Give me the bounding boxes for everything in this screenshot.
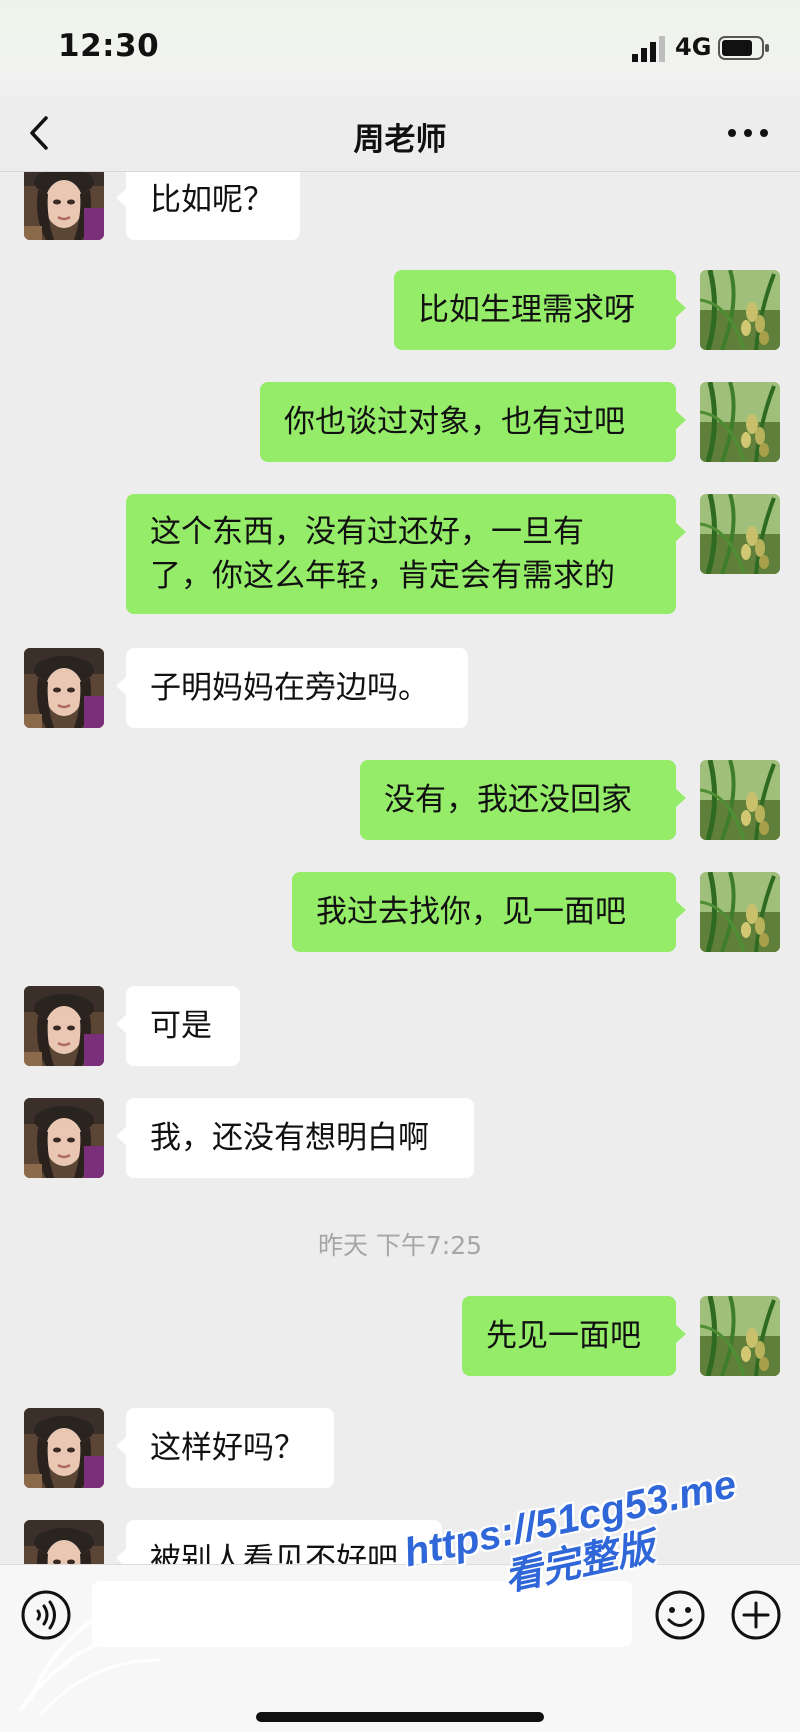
contact-avatar[interactable] bbox=[24, 986, 104, 1066]
emoji-icon[interactable] bbox=[654, 1589, 706, 1641]
home-indicator bbox=[256, 1712, 544, 1722]
contact-avatar[interactable] bbox=[24, 1520, 104, 1564]
contact-avatar[interactable] bbox=[24, 1408, 104, 1488]
message-outgoing: 我过去找你，见一面吧 bbox=[0, 872, 800, 952]
contact-avatar[interactable] bbox=[24, 648, 104, 728]
message-list[interactable]: 比如呢？ 比如生理需求呀 你也谈过对象，也有过吧 这个东西，没有过还好，一旦有 … bbox=[0, 172, 800, 1564]
message-bubble[interactable]: 我过去找你，见一面吧 bbox=[292, 872, 686, 952]
message-bubble[interactable]: 比如呢？ bbox=[116, 172, 300, 240]
battery-icon bbox=[718, 36, 769, 60]
message-line: 了，你这么年轻，肯定会有需求的 bbox=[150, 558, 615, 594]
my-avatar[interactable] bbox=[700, 1296, 780, 1376]
message-bubble[interactable]: 被别人看见不好吧 bbox=[116, 1520, 442, 1564]
message-outgoing: 你也谈过对象，也有过吧 bbox=[0, 382, 800, 462]
message-bubble[interactable]: 比如生理需求呀 bbox=[394, 270, 686, 350]
chat-title: 周老师 bbox=[353, 122, 447, 158]
message-outgoing: 没有，我还没回家 bbox=[0, 760, 800, 840]
message-line: 这个东西，没有过还好，一旦有 bbox=[150, 514, 584, 550]
message-bubble[interactable]: 这个东西，没有过还好，一旦有 了，你这么年轻，肯定会有需求的 bbox=[126, 494, 686, 614]
message-bubble[interactable]: 我，还没有想明白啊 bbox=[116, 1098, 474, 1178]
message-incoming: 比如呢？ bbox=[0, 172, 800, 240]
message-incoming: 被别人看见不好吧 bbox=[0, 1520, 800, 1564]
timestamp: 昨天 下午7:25 bbox=[317, 1231, 483, 1260]
my-avatar[interactable] bbox=[700, 760, 780, 840]
message-bubble[interactable]: 子明妈妈在旁边吗。 bbox=[116, 648, 468, 728]
message-bubble[interactable]: 可是 bbox=[116, 986, 240, 1066]
my-avatar[interactable] bbox=[700, 494, 780, 574]
voice-icon[interactable] bbox=[20, 1589, 72, 1641]
status-bar: 12:30 4G bbox=[0, 0, 800, 96]
signal-icon bbox=[632, 36, 665, 62]
input-bar bbox=[0, 1564, 800, 1732]
message-incoming: 子明妈妈在旁边吗。 bbox=[0, 648, 800, 728]
message-incoming: 这样好吗？ bbox=[0, 1408, 800, 1488]
more-icon[interactable] bbox=[726, 118, 770, 148]
my-avatar[interactable] bbox=[700, 270, 780, 350]
message-bubble[interactable]: 这样好吗？ bbox=[116, 1408, 334, 1488]
message-outgoing: 这个东西，没有过还好，一旦有 了，你这么年轻，肯定会有需求的 bbox=[0, 494, 800, 614]
contact-avatar[interactable] bbox=[24, 172, 104, 240]
contact-avatar[interactable] bbox=[24, 1098, 104, 1178]
my-avatar[interactable] bbox=[700, 382, 780, 462]
message-input[interactable] bbox=[92, 1581, 632, 1647]
chat-header: 周老师 bbox=[0, 96, 800, 172]
message-bubble[interactable]: 你也谈过对象，也有过吧 bbox=[260, 382, 686, 462]
status-time: 12:30 bbox=[58, 28, 160, 64]
message-outgoing: 比如生理需求呀 bbox=[0, 270, 800, 350]
my-avatar[interactable] bbox=[700, 872, 780, 952]
network-label: 4G bbox=[675, 33, 712, 61]
plus-icon[interactable] bbox=[730, 1589, 782, 1641]
message-incoming: 我，还没有想明白啊 bbox=[0, 1098, 800, 1178]
message-outgoing: 先见一面吧 bbox=[0, 1296, 800, 1376]
message-bubble[interactable]: 没有，我还没回家 bbox=[360, 760, 686, 840]
message-incoming: 可是 bbox=[0, 986, 800, 1066]
message-bubble[interactable]: 先见一面吧 bbox=[462, 1296, 686, 1376]
